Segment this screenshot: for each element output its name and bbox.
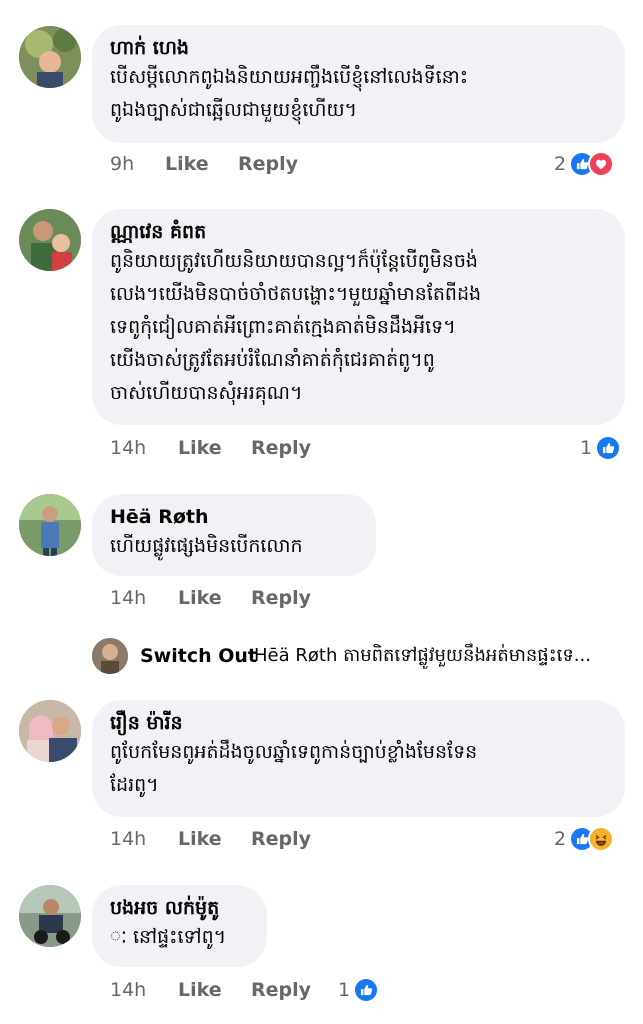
comment-text: ហើយផ្លូវផ្សេងមិនបើកលោក [110, 530, 358, 563]
comment-time[interactable]: 14h [110, 583, 146, 613]
reply-button[interactable]: Reply [251, 583, 311, 613]
avatar[interactable] [19, 700, 81, 762]
comment-author[interactable]: បងអច លក់ម៉ូតូ [110, 895, 249, 921]
reaction-summary[interactable]: 2 [554, 824, 615, 854]
reaction-summary[interactable]: 1 [338, 975, 380, 1005]
comment-text: ពូនិយាយត្រូវហើយនិយាយបានល្អ។ក៏ប៉ុន្តែបើពូ… [110, 245, 607, 410]
comment-actions: 14h Like Reply [110, 583, 510, 613]
reaction-count: 1 [338, 979, 351, 1001]
reply-preview[interactable]: Switch Out Hēä Røth តាមពិតទៅផ្លូវមួយនឹងអ… [92, 638, 632, 676]
comment-text-line: បើសម្ដីលោកពូឯងនិយាយអញ្ចឹងបើខ្ញុំនៅលេងទីន… [110, 66, 469, 88]
comment-time[interactable]: 14h [110, 433, 146, 463]
avatar[interactable] [92, 638, 128, 674]
comment-actions: 9h Like Reply [110, 149, 510, 179]
reply-button[interactable]: Reply [238, 149, 298, 179]
comment-author[interactable]: Hēä Røth [110, 504, 358, 530]
comment-bubble: បងអច លក់ម៉ូតូ ៈ នៅផ្ទះទៅពូ។ [92, 885, 267, 967]
comment-text-line: យើងចាស់ត្រូវតែអប់រំណែនាំគាត់កុំជេរគាត់ពូ… [110, 349, 435, 371]
like-icon [595, 435, 622, 461]
comment-author[interactable]: រឿន ម៉ារីន [110, 710, 607, 736]
reaction-summary[interactable]: 1 [580, 433, 622, 463]
comment-text: បើសម្ដីលោកពូឯងនិយាយអញ្ចឹងបើខ្ញុំនៅលេងទីន… [110, 61, 607, 127]
avatar[interactable] [19, 26, 81, 88]
comment-bubble: រឿន ម៉ារីន ពូបែកមែនពូអត់ដឹងចូលឆ្នាំទេពូក… [92, 700, 625, 817]
comment-time[interactable]: 9h [110, 149, 134, 179]
comment-bubble: ណ្ណាវេន គំពត ពូនិយាយត្រូវហើយនិយាយបានល្អ។… [92, 209, 625, 425]
avatar[interactable] [19, 885, 81, 947]
like-button[interactable]: Like [178, 583, 222, 613]
comment-actions: 14h Like Reply [110, 975, 510, 1005]
reply-button[interactable]: Reply [251, 433, 311, 463]
reply-button[interactable]: Reply [251, 975, 311, 1005]
comment-time[interactable]: 14h [110, 824, 146, 854]
like-icon [353, 977, 380, 1003]
love-icon [588, 151, 615, 177]
comment-text-line: ដែរពូ។ [110, 774, 159, 796]
comment-actions: 14h Like Reply [110, 824, 510, 854]
comment-text: ពូបែកមែនពូអត់ដឹងចូលឆ្នាំទេពូកាន់ច្បាប់ខ្… [110, 736, 607, 802]
comment-text-line: ពូនិយាយត្រូវហើយនិយាយបានល្អ។ក៏ប៉ុន្តែបើពូ… [110, 250, 478, 272]
comment-author[interactable]: ហាក់ ហេង [110, 35, 607, 61]
comment-text-line: ចាស់ហើយបានសុំអរគុណ។ [110, 382, 303, 404]
comment-time[interactable]: 14h [110, 975, 146, 1005]
avatar[interactable] [19, 209, 81, 271]
reply-author[interactable]: Switch Out [140, 643, 257, 669]
comment-bubble: Hēä Røth ហើយផ្លូវផ្សេងមិនបើកលោក [92, 494, 376, 576]
reaction-count: 2 [554, 828, 567, 850]
like-button[interactable]: Like [178, 975, 222, 1005]
like-button[interactable]: Like [178, 824, 222, 854]
haha-icon [588, 826, 615, 852]
comment-actions: 14h Like Reply [110, 433, 510, 463]
comment-text-line: ៈ នៅផ្ទះទៅពូ។ [110, 926, 227, 948]
like-button[interactable]: Like [165, 149, 209, 179]
comment-text: ៈ នៅផ្ទះទៅពូ។ [110, 921, 249, 954]
reaction-count: 2 [554, 153, 567, 175]
comment-text-line: ពូឯងច្បាស់ជាឆ្អើលជាមួយខ្ញុំហើយ។ [110, 99, 358, 121]
comment-bubble: ហាក់ ហេង បើសម្ដីលោកពូឯងនិយាយអញ្ចឹងបើខ្ញុ… [92, 25, 625, 143]
like-button[interactable]: Like [178, 433, 222, 463]
avatar[interactable] [19, 494, 81, 556]
comment-text-line: ពូបែកមែនពូអត់ដឹងចូលឆ្នាំទេពូកាន់ច្បាប់ខ្… [110, 741, 478, 763]
comment-text-line: ទេពូកុំជៀលគាត់អីព្រោះគាត់ក្មេងគាត់មិនដឹង… [110, 316, 456, 338]
comment-text-line: លេង។យើងមិនបាច់ចាំថតបង្ហោះ។មួយឆ្នាំមានតែព… [110, 283, 482, 305]
reply-text[interactable]: Hēä Røth តាមពិតទៅផ្លូវមួយនឹងអត់មានផ្ទះទេ… [254, 643, 626, 669]
reaction-summary[interactable]: 2 [554, 149, 615, 179]
reaction-count: 1 [580, 437, 593, 459]
comment-author[interactable]: ណ្ណាវេន គំពត [110, 219, 607, 245]
comment-text-line: ហើយផ្លូវផ្សេងមិនបើកលោក [110, 535, 303, 557]
reply-button[interactable]: Reply [251, 824, 311, 854]
